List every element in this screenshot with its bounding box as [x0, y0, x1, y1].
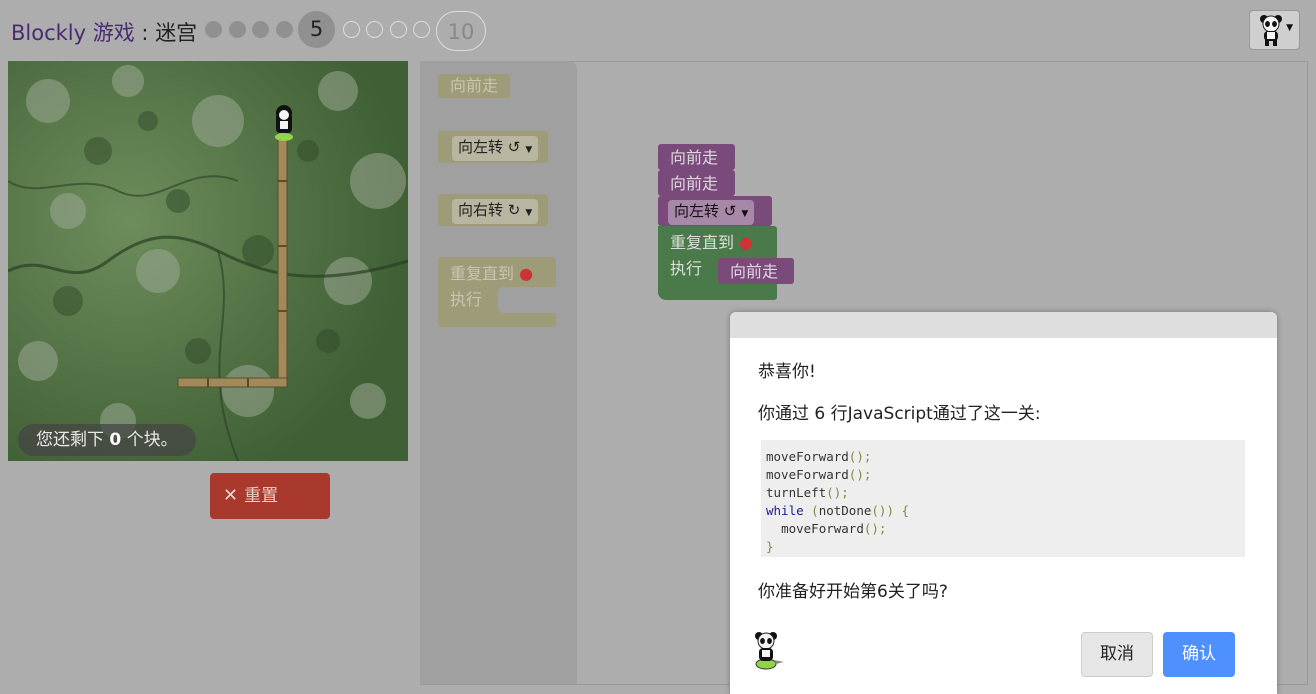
congrats-text: 恭喜你! [758, 362, 816, 382]
code-line: moveForward(); [766, 466, 1240, 484]
turn-left-dropdown[interactable]: 向左转 ↺ ▼ [452, 136, 539, 161]
program-inner-move-forward[interactable]: 向前走 [718, 258, 794, 284]
rotate-left-icon: ↺ [507, 138, 521, 156]
block-label: 向前走 [730, 262, 779, 281]
block-label: 执行 [670, 259, 703, 278]
block-label: 重复直到 [670, 233, 735, 252]
level-8-link[interactable] [390, 21, 407, 38]
map-pin-icon: ● [739, 233, 754, 252]
code-line: } [766, 538, 1240, 556]
dialog-titlebar[interactable] [730, 312, 1277, 338]
block-label: 向前走 [450, 76, 499, 95]
toolbox-repeat-until-block[interactable]: 重复直到 ● 执行 [438, 257, 556, 327]
toolbox-turn-right-block[interactable]: 向右转 ↻ ▼ [438, 194, 549, 226]
level-1-link[interactable] [205, 21, 222, 38]
dropdown-label: 向左转 [674, 202, 720, 220]
toolbox-turn-left-block[interactable]: 向左转 ↺ ▼ [438, 131, 549, 163]
header: Blockly 游戏 : 迷宫 5 10 ▼ [0, 0, 1316, 60]
maze-map: 您还剩下 0 个块。 [8, 61, 408, 461]
blocks-remaining-badge: 您还剩下 0 个块。 [18, 424, 196, 456]
blocks-remaining-count: 0 [109, 430, 122, 450]
app-name-link[interactable]: Blockly [11, 21, 86, 45]
code-fn: turnLeft [766, 485, 827, 500]
chevron-down-icon: ▼ [525, 208, 533, 218]
code-fn: moveForward [766, 449, 849, 464]
blocks-remaining-suffix: 个块。 [121, 430, 178, 450]
level-2-link[interactable] [229, 21, 246, 38]
level-7-link[interactable] [366, 21, 383, 38]
code-fn: moveForward [781, 521, 864, 536]
ok-button[interactable]: 确认 [1163, 632, 1235, 677]
level-current[interactable]: 5 [298, 11, 335, 48]
dropdown-label: 向左转 [458, 138, 504, 156]
chevron-down-icon: ▼ [1286, 23, 1293, 33]
rotate-left-icon: ↺ [723, 202, 737, 220]
program-move-forward-2[interactable]: 向前走 [658, 170, 735, 196]
rotate-right-icon: ↻ [507, 201, 521, 219]
level-last-link[interactable]: 10 [436, 11, 486, 51]
block-label: 向前走 [670, 148, 719, 167]
code-line: moveForward(); [766, 520, 1240, 538]
code-line: moveForward(); [766, 448, 1240, 466]
puzzle-name: 迷宫 [155, 21, 198, 45]
level-9-link[interactable] [413, 21, 430, 38]
map-terrain [8, 61, 408, 461]
block-label: 向前走 [670, 174, 719, 193]
toolbox-move-forward-block[interactable]: 向前走 [438, 74, 511, 98]
statement-slot [498, 287, 556, 313]
chevron-down-icon: ▼ [525, 145, 533, 155]
toolbox-flyout: 向前走 向左转 ↺ ▼ 向右转 ↻ ▼ 重复直到 ● 执行 [420, 61, 577, 684]
games-link[interactable]: 游戏 [93, 21, 135, 45]
code-punct: } [766, 539, 774, 554]
turn-left-dropdown[interactable]: 向左转 ↺ ▼ [668, 200, 755, 225]
chevron-down-icon: ▼ [741, 209, 749, 219]
reset-label: 重置 [244, 486, 279, 506]
level-3-link[interactable] [252, 21, 269, 38]
code-line: turnLeft(); [766, 484, 1240, 502]
program-move-forward-1[interactable]: 向前走 [658, 144, 735, 170]
code-punct: (); [826, 485, 849, 500]
page-title: Blockly 游戏 : 迷宫 [11, 17, 197, 47]
block-label: 重复直到 [450, 264, 515, 283]
code-punct: (); [848, 449, 872, 464]
code-block: moveForward(); moveForward(); turnLeft()… [761, 440, 1245, 557]
avatar-menu-button[interactable]: ▼ [1249, 10, 1300, 50]
reset-button[interactable]: ✕ 重置 [210, 473, 330, 519]
panda-player-icon [275, 105, 293, 141]
program-turn-left[interactable]: 向左转 ↺ ▼ [658, 196, 772, 226]
code-punct: (); [848, 467, 872, 482]
level-4-link[interactable] [276, 21, 293, 38]
congrats-dialog: 恭喜你! 你通过 6 行JavaScript通过了这一关: moveForwar… [730, 312, 1277, 694]
code-line: while (notDone()) { [766, 503, 910, 518]
blocks-remaining-prefix: 您还剩下 [36, 430, 110, 450]
turn-right-dropdown[interactable]: 向右转 ↻ ▼ [452, 199, 539, 224]
code-punct: (); [863, 521, 887, 536]
dropdown-label: 向右转 [458, 201, 504, 219]
panda-icon [1260, 15, 1282, 46]
panda-icon [755, 632, 784, 670]
code-fn: notDone [818, 503, 872, 518]
map-pin-icon: ● [519, 264, 534, 283]
code-fn: moveForward [766, 467, 849, 482]
next-level-prompt: 你准备好开始第6关了吗? [758, 582, 948, 602]
block-label: 执行 [450, 290, 483, 309]
lines-message: 你通过 6 行JavaScript通过了这一关: [758, 404, 1041, 424]
close-icon: ✕ [223, 485, 239, 506]
code-keyword: while [766, 503, 804, 518]
level-6-link[interactable] [343, 21, 360, 38]
title-separator: : [134, 21, 156, 45]
cancel-button[interactable]: 取消 [1081, 632, 1153, 677]
